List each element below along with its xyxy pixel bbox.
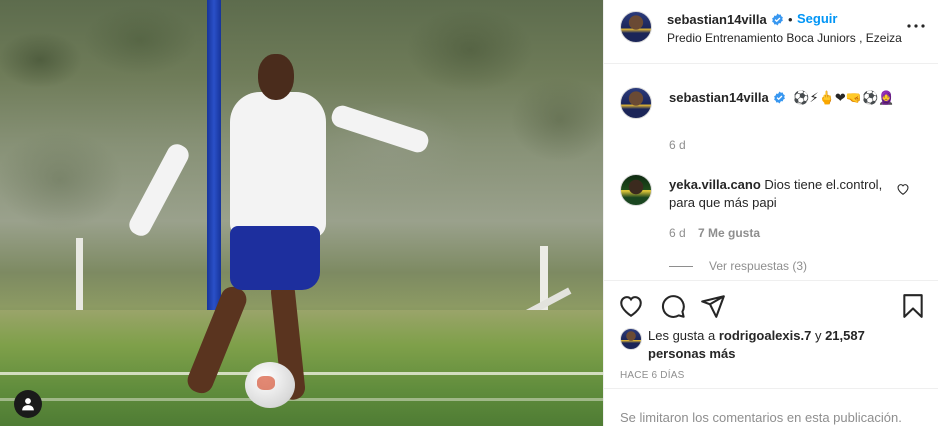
player-arm <box>125 140 193 240</box>
location-link[interactable]: Predio Entrenamiento Boca Juniors , Ezei… <box>667 31 902 45</box>
header-username[interactable]: sebastian14villa <box>667 12 784 27</box>
comments-disabled-text: Se limitaron los comentarios en esta pub… <box>620 410 902 425</box>
view-replies-button[interactable]: Ver respuestas (3) <box>669 259 807 273</box>
more-options-icon[interactable] <box>904 14 928 38</box>
comments-footer: Se limitaron los comentarios en esta pub… <box>604 388 938 426</box>
post-sidebar: sebastian14villa • Seguir Predio Entrena… <box>603 0 938 426</box>
comment-username[interactable]: yeka.villa.cano <box>669 177 761 192</box>
caption-username[interactable]: sebastian14villa <box>669 90 769 105</box>
post-timestamp[interactable]: HACE 6 DÍAS <box>620 370 684 381</box>
soccer-ball <box>245 362 295 408</box>
caption: sebastian14villa ⚽⚡🖕❤🤜⚽🧕 <box>669 89 919 107</box>
liker-avatar[interactable] <box>620 328 642 350</box>
comment-likes[interactable]: 7 Me gusta <box>698 226 760 240</box>
bookmark-icon[interactable] <box>900 293 926 319</box>
verified-badge-icon <box>773 91 785 104</box>
player-shirt <box>230 92 326 238</box>
view-replies-label: Ver respuestas (3) <box>709 259 808 273</box>
follow-button[interactable]: Seguir <box>797 11 837 26</box>
person-tag-icon <box>22 398 34 411</box>
football-player <box>125 48 431 413</box>
caption-text: ⚽⚡🖕❤🤜⚽🧕 <box>793 90 895 105</box>
caption-avatar[interactable] <box>620 87 652 119</box>
player-shorts <box>230 226 320 290</box>
player-leg <box>183 283 251 397</box>
verified-badge-icon <box>771 13 783 26</box>
post-header: sebastian14villa • Seguir Predio Entrena… <box>604 0 938 64</box>
action-bar <box>604 280 938 328</box>
post-photo[interactable] <box>0 0 603 426</box>
player-arm <box>329 103 431 155</box>
comment: yeka.villa.cano Dios tiene el.control, p… <box>669 176 899 212</box>
likes-connector: y <box>814 328 822 343</box>
comment-icon[interactable] <box>660 293 686 319</box>
comment-avatar[interactable] <box>620 174 652 206</box>
likes-prefix: Les gusta a <box>648 328 716 343</box>
separator-dot: • <box>788 12 793 27</box>
send-icon[interactable] <box>700 293 726 319</box>
person-tag-button[interactable] <box>14 390 42 418</box>
likes-summary: Les gusta a rodrigoalexis.7 y 21,587 per… <box>648 327 918 363</box>
heart-icon[interactable] <box>618 293 644 319</box>
comment-like-icon[interactable] <box>896 182 910 196</box>
username-text[interactable]: sebastian14villa <box>667 12 767 27</box>
replies-line <box>669 266 693 268</box>
player-head <box>258 54 294 100</box>
likes-user-link[interactable]: rodrigoalexis.7 <box>719 328 811 343</box>
avatar[interactable] <box>620 11 652 43</box>
comment-time[interactable]: 6 d <box>669 226 686 240</box>
caption-time[interactable]: 6 d <box>669 138 686 152</box>
